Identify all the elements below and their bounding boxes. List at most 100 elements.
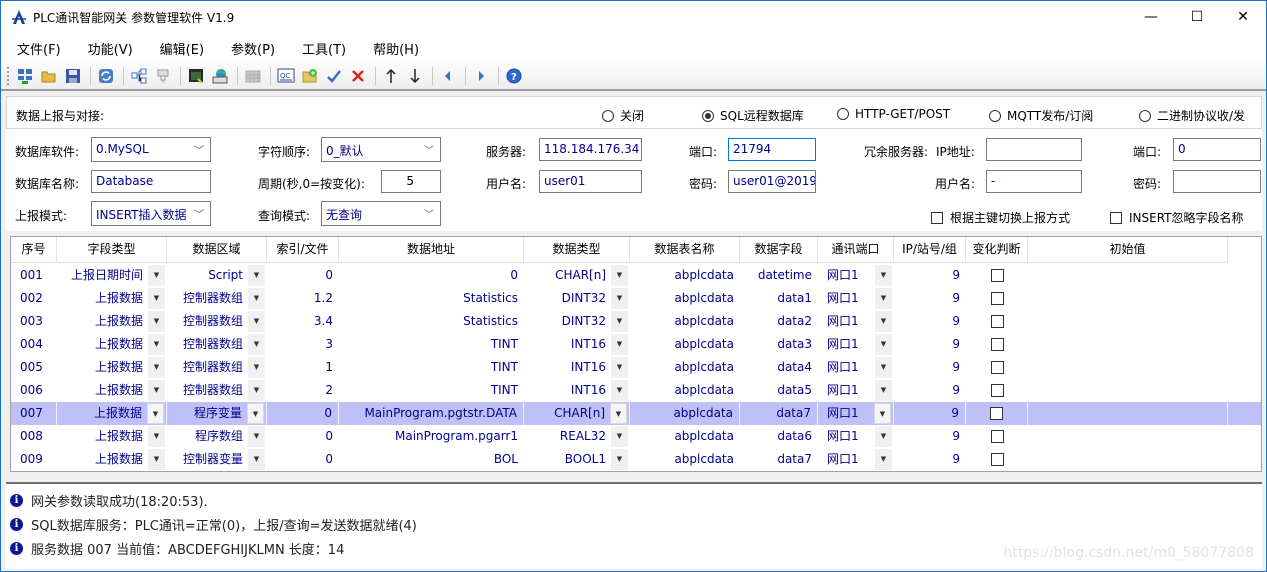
cell-field-type[interactable]: 上报数据 ▼ — [57, 287, 167, 310]
plug-icon[interactable] — [152, 65, 174, 87]
cell-index[interactable]: 0 — [267, 264, 339, 287]
prev-icon[interactable] — [437, 65, 459, 87]
change-checkbox[interactable] — [990, 384, 1004, 397]
dropdown-arrow-icon[interactable]: ▼ — [248, 288, 265, 309]
qc-icon[interactable]: QC — [275, 65, 297, 87]
dropdown-arrow-icon[interactable]: ▼ — [148, 426, 165, 447]
cell-seq[interactable]: 004 — [11, 333, 57, 356]
radio-off[interactable]: 关闭 — [602, 107, 644, 124]
cell-field-type[interactable]: 上报数据 ▼ — [57, 356, 167, 379]
cell-data-type[interactable]: CHAR[n] ▼ — [524, 402, 630, 425]
cell-change-detect[interactable] — [966, 448, 1028, 471]
header-ip-station[interactable]: IP/站号/组 — [894, 237, 966, 263]
cell-index[interactable]: 1.2 — [267, 287, 339, 310]
cell-data-area[interactable]: 控制器数组 ▼ — [167, 356, 267, 379]
dropdown-arrow-icon[interactable]: ▼ — [874, 403, 891, 424]
cell-field-type[interactable]: 上报数据 ▼ — [57, 402, 167, 425]
header-data-address[interactable]: 数据地址 — [339, 237, 524, 263]
cell-index[interactable]: 0 — [267, 448, 339, 471]
cell-change-detect[interactable] — [966, 379, 1028, 402]
dropdown-arrow-icon[interactable]: ▼ — [875, 357, 892, 378]
table-row[interactable]: 009 上报数据 ▼ 控制器变量 ▼ 0 BOL BOOL1 ▼ abplcdata data7 网口… — [11, 448, 1261, 471]
cell-seq[interactable]: 005 — [11, 356, 57, 379]
menu-params[interactable]: 参数(P) — [223, 39, 283, 58]
cell-data-field[interactable]: data6 — [740, 425, 818, 448]
dropdown-arrow-icon[interactable]: ▼ — [148, 449, 165, 470]
cell-field-type[interactable]: 上报数据 ▼ — [57, 425, 167, 448]
radio-mqtt[interactable]: MQTT发布/订阅 — [989, 107, 1093, 124]
cell-initial-value[interactable] — [1028, 356, 1228, 379]
cell-initial-value[interactable] — [1028, 379, 1228, 402]
char-order-select[interactable]: 0_默认 ﹀ — [321, 137, 441, 162]
cell-seq[interactable]: 001 — [11, 264, 57, 287]
cell-data-area[interactable]: 程序数组 ▼ — [167, 425, 267, 448]
redundant-password-input[interactable] — [1173, 170, 1261, 193]
cell-field-type[interactable]: 上报数据 ▼ — [57, 379, 167, 402]
open-folder-icon[interactable] — [38, 65, 60, 87]
dropdown-arrow-icon[interactable]: ▼ — [875, 288, 892, 309]
switch-by-key-checkbox[interactable]: 根据主键切换上报方式 — [931, 209, 1070, 226]
table-row[interactable]: 006 上报数据 ▼ 控制器数组 ▼ 2 TINT INT16 ▼ abplcdata data5 网… — [11, 379, 1261, 402]
dropdown-arrow-icon[interactable]: ▼ — [148, 288, 165, 309]
toolbar-grip[interactable] — [7, 67, 10, 85]
header-data-area[interactable]: 数据区域 — [167, 237, 267, 263]
cell-ip-station[interactable]: 9 — [894, 287, 966, 310]
cell-change-detect[interactable] — [966, 287, 1028, 310]
cell-change-detect[interactable] — [966, 310, 1028, 333]
delete-icon[interactable] — [347, 65, 369, 87]
cell-ip-station[interactable]: 9 — [894, 379, 966, 402]
table-row[interactable]: 002 上报数据 ▼ 控制器数组 ▼ 1.2 Statistics DINT32 ▼ abplcd… — [11, 287, 1261, 310]
dropdown-arrow-icon[interactable]: ▼ — [248, 265, 265, 286]
cell-data-field[interactable]: data3 — [740, 333, 818, 356]
dropdown-arrow-icon[interactable]: ▼ — [148, 265, 165, 286]
cell-data-type[interactable]: INT16 ▼ — [524, 333, 630, 356]
dropdown-arrow-icon[interactable]: ▼ — [147, 403, 164, 424]
cell-seq[interactable]: 007 — [11, 402, 57, 425]
cell-comm-port[interactable]: 网口1 ▼ — [818, 379, 894, 402]
cell-comm-port[interactable]: 网口1 ▼ — [818, 333, 894, 356]
cell-field-type[interactable]: 上报数据 ▼ — [57, 333, 167, 356]
cell-data-area[interactable]: 控制器数组 ▼ — [167, 379, 267, 402]
cell-seq[interactable]: 006 — [11, 379, 57, 402]
cell-ip-station[interactable]: 9 — [894, 425, 966, 448]
dropdown-arrow-icon[interactable]: ▼ — [148, 334, 165, 355]
dropdown-arrow-icon[interactable]: ▼ — [148, 311, 165, 332]
cell-comm-port[interactable]: 网口1 ▼ — [818, 402, 894, 425]
header-comm-port[interactable]: 通讯端口 — [818, 237, 894, 263]
cell-ip-station[interactable]: 9 — [894, 402, 966, 425]
menu-help[interactable]: 帮助(H) — [365, 39, 427, 58]
insert-ignore-checkbox[interactable]: INSERT忽略字段名称 — [1110, 209, 1244, 226]
change-checkbox[interactable] — [990, 315, 1004, 328]
cell-data-field[interactable]: data7 — [740, 448, 818, 471]
cell-data-address[interactable]: TINT — [339, 333, 524, 356]
cell-change-detect[interactable] — [966, 356, 1028, 379]
maximize-button[interactable]: ☐ — [1174, 1, 1220, 33]
cell-change-detect[interactable] — [966, 333, 1028, 356]
cell-data-type[interactable]: CHAR[n] ▼ — [524, 264, 630, 287]
cell-table-name[interactable]: abplcdata — [630, 356, 740, 379]
cell-data-address[interactable]: MainProgram.pgarr1 — [339, 425, 524, 448]
change-checkbox[interactable] — [990, 430, 1004, 443]
cell-initial-value[interactable] — [1028, 333, 1228, 356]
redundant-username-input[interactable]: - — [986, 170, 1082, 193]
dropdown-arrow-icon[interactable]: ▼ — [148, 380, 165, 401]
cell-table-name[interactable]: abplcdata — [630, 425, 740, 448]
header-data-field[interactable]: 数据字段 — [740, 237, 818, 263]
header-change-detect[interactable]: 变化判断 — [966, 237, 1028, 263]
change-checkbox[interactable] — [990, 453, 1004, 466]
change-checkbox[interactable] — [990, 292, 1004, 305]
dropdown-arrow-icon[interactable]: ▼ — [611, 357, 628, 378]
dropdown-arrow-icon[interactable]: ▼ — [875, 380, 892, 401]
change-checkbox[interactable] — [990, 338, 1004, 351]
cell-data-address[interactable]: Statistics — [339, 310, 524, 333]
cell-initial-value[interactable] — [1028, 402, 1228, 425]
cell-ip-station[interactable]: 9 — [894, 264, 966, 287]
dropdown-arrow-icon[interactable]: ▼ — [875, 311, 892, 332]
cell-index[interactable]: 3 — [267, 333, 339, 356]
table-row[interactable]: 008 上报数据 ▼ 程序数组 ▼ 0 MainProgram.pgarr1 REAL32 ▼ a… — [11, 425, 1261, 448]
menu-file[interactable]: 文件(F) — [9, 39, 69, 58]
move-down-icon[interactable] — [404, 65, 426, 87]
cell-comm-port[interactable]: 网口1 ▼ — [818, 287, 894, 310]
menu-edit[interactable]: 编辑(E) — [152, 39, 212, 58]
cell-seq[interactable]: 009 — [11, 448, 57, 471]
